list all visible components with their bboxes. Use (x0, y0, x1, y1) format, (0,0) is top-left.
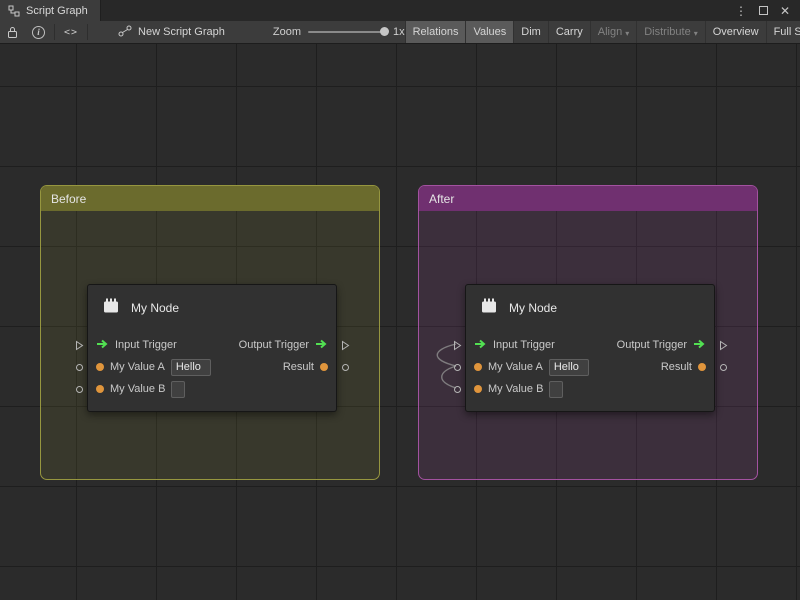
result-label: Result (283, 361, 314, 373)
value-dot-icon (474, 385, 482, 393)
group-before[interactable]: Before My Node (40, 185, 380, 480)
value-dot-icon (96, 363, 104, 371)
close-icon[interactable]: ✕ (780, 5, 790, 17)
chevron-down-icon: ▾ (625, 29, 629, 38)
input-trigger-port[interactable] (70, 340, 88, 351)
value-b-label: My Value B (488, 383, 543, 395)
value-b-input[interactable] (549, 381, 563, 398)
trigger-arrow-icon (96, 339, 109, 352)
graph-toolbar: i <> New Script Graph Zoom 1x Relations … (0, 21, 800, 44)
window-tab-bar: Script Graph ⋮ ✕ (0, 0, 800, 21)
value-a-label: My Value A (110, 361, 165, 373)
node-header: My Node (478, 295, 557, 320)
value-dot-icon (698, 363, 706, 371)
output-trigger-label: Output Trigger (239, 339, 309, 351)
value-b-port[interactable] (70, 386, 88, 393)
group-before-header[interactable]: Before (41, 186, 379, 211)
graph-breadcrumb: New Script Graph (118, 21, 225, 43)
toolbar-separator (87, 24, 88, 40)
overview-button[interactable]: Overview (705, 21, 766, 43)
value-b-row: My Value B (70, 378, 354, 400)
input-trigger-port[interactable] (448, 340, 466, 351)
result-port[interactable] (336, 364, 354, 371)
node-header: My Node (100, 295, 179, 320)
value-dot-icon (96, 385, 104, 393)
group-title: After (429, 192, 454, 206)
tab-title: Script Graph (26, 5, 88, 17)
unit-icon (100, 295, 122, 320)
zoom-label: Zoom (273, 26, 301, 38)
kebab-menu-icon[interactable]: ⋮ (735, 5, 747, 17)
my-node[interactable]: My Node Input Trigger Output Trigger (87, 284, 337, 412)
group-after[interactable]: After My Node (418, 185, 758, 480)
trigger-row: Input Trigger Output Trigger (70, 334, 354, 356)
group-after-header[interactable]: After (419, 186, 757, 211)
info-icon[interactable]: i (25, 21, 52, 43)
lock-icon[interactable] (0, 21, 25, 43)
graph-asset-icon (118, 25, 132, 40)
value-b-input[interactable] (171, 381, 185, 398)
value-a-input[interactable] (171, 359, 211, 376)
distribute-dropdown[interactable]: Distribute ▾ (636, 21, 704, 43)
trigger-arrow-icon (693, 339, 706, 352)
value-a-input[interactable] (549, 359, 589, 376)
result-port[interactable] (714, 364, 732, 371)
fullscreen-button[interactable]: Full Scr (766, 21, 800, 43)
output-trigger-port[interactable] (714, 340, 732, 351)
my-node[interactable]: My Node Input Trigger Output Trigger (465, 284, 715, 412)
maximize-icon[interactable] (759, 6, 768, 15)
value-a-row: My Value A Result (448, 356, 732, 378)
tab-script-graph[interactable]: Script Graph (0, 0, 101, 21)
value-dot-icon (474, 363, 482, 371)
zoom-slider[interactable] (308, 31, 386, 33)
value-b-label: My Value B (110, 383, 165, 395)
value-b-port[interactable] (448, 386, 466, 393)
input-trigger-label: Input Trigger (493, 339, 555, 351)
value-a-port[interactable] (448, 364, 466, 371)
zoom-value: 1x (393, 26, 405, 38)
value-a-label: My Value A (488, 361, 543, 373)
dim-button[interactable]: Dim (513, 21, 548, 43)
relations-button[interactable]: Relations (405, 21, 466, 43)
node-title: My Node (131, 301, 179, 315)
code-view-icon[interactable]: <> (57, 21, 85, 43)
values-button[interactable]: Values (465, 21, 513, 43)
trigger-arrow-icon (474, 339, 487, 352)
graph-name-label: New Script Graph (138, 26, 225, 38)
unit-icon (478, 295, 500, 320)
toolbar-separator (54, 24, 55, 40)
trigger-row: Input Trigger Output Trigger (448, 334, 732, 356)
graph-canvas[interactable]: Before My Node (0, 44, 800, 600)
trigger-arrow-icon (315, 339, 328, 352)
input-trigger-label: Input Trigger (115, 339, 177, 351)
align-dropdown[interactable]: Align ▾ (590, 21, 636, 43)
zoom-slider-handle[interactable] (380, 27, 389, 36)
value-dot-icon (320, 363, 328, 371)
value-a-row: My Value A Result (70, 356, 354, 378)
result-label: Result (661, 361, 692, 373)
value-a-port[interactable] (70, 364, 88, 371)
value-b-row: My Value B (448, 378, 732, 400)
chevron-down-icon: ▾ (694, 29, 698, 38)
output-trigger-port[interactable] (336, 340, 354, 351)
node-title: My Node (509, 301, 557, 315)
output-trigger-label: Output Trigger (617, 339, 687, 351)
script-graph-icon (8, 5, 20, 17)
group-title: Before (51, 192, 86, 206)
carry-button[interactable]: Carry (548, 21, 590, 43)
